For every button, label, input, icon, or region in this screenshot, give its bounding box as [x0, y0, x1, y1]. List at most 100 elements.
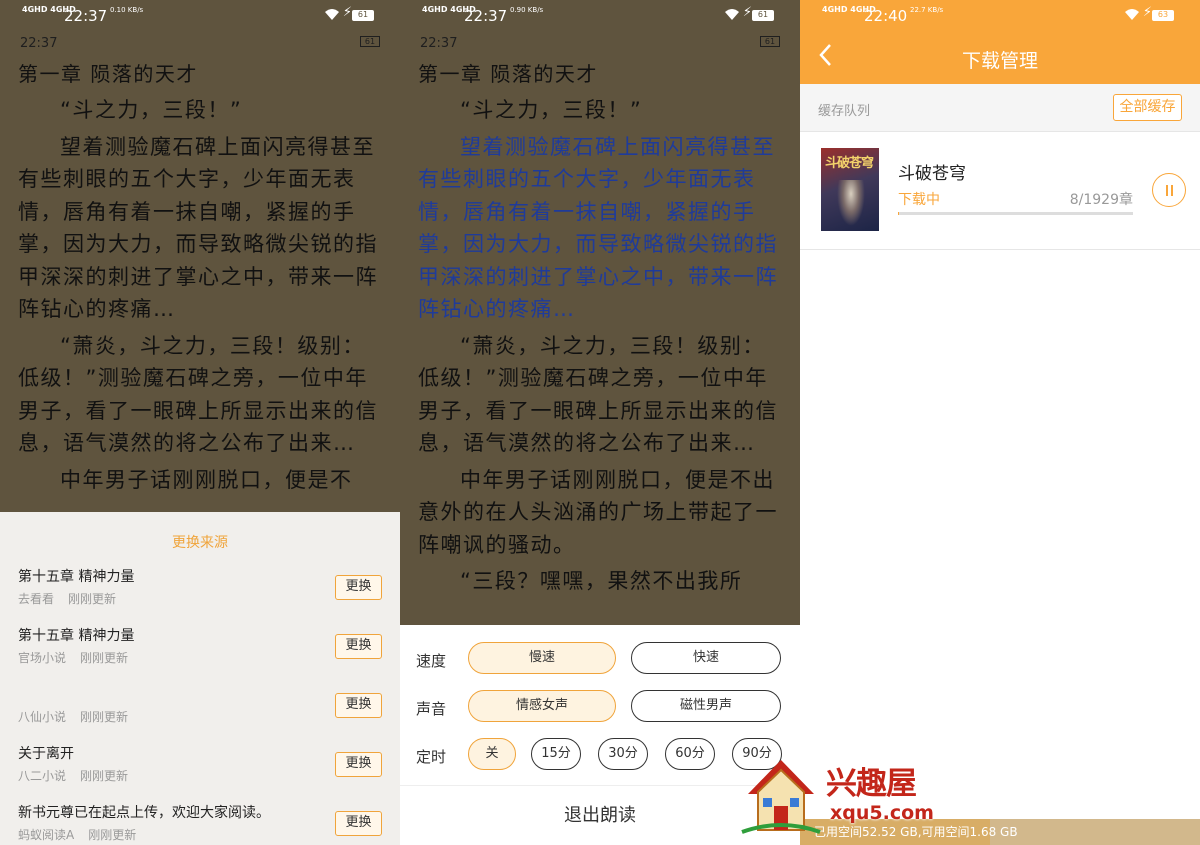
speed-row: 速度 慢速 快速 [416, 642, 782, 678]
source-meta: 八仙小说 刚刚更新 [18, 708, 142, 725]
reader-panel-source: 4GHD 4GHD 22:37 0.10 KB/s ⚡ 61 22:37 61 … [0, 0, 400, 845]
reader-panel-tts: 4GHD 4GHD 22:37 0.90 KB/s ⚡ 61 22:37 61 … [400, 0, 800, 845]
reader-battery: 61 [760, 36, 780, 47]
wifi-icon [325, 9, 339, 20]
watermark-logo: 兴趣屋 xqu5.com [738, 752, 938, 838]
reader-time: 22:37 [20, 36, 58, 51]
source-item[interactable]: 关于离开 八二小说 刚刚更新 更换 [18, 743, 382, 793]
cover-title: 斗破苍穹 [825, 156, 874, 171]
swap-button[interactable]: 更换 [335, 752, 382, 777]
change-source-sheet: 更换来源 第十五章 精神力量 去看看 刚刚更新 更换 第十五章 精神力量 官场小说… [0, 512, 400, 845]
source-name: 官场小说 [18, 651, 67, 665]
paragraph: 望着测验魔石碑上面闪亮得甚至有些刺眼的五个大字，少年面无表情，唇角有着一抹自嘲，… [18, 134, 378, 322]
voice-label: 声音 [416, 700, 447, 718]
source-updated: 刚刚更新 [68, 592, 117, 606]
queue-label: 缓存队列 [818, 104, 871, 119]
reader-content[interactable]: 第一章 陨落的天才 “斗之力，三段！” 望着测验魔石碑上面闪亮得甚至有些刺眼的五… [18, 58, 384, 500]
speed-label: 速度 [416, 652, 447, 670]
watermark-text: 兴趣屋 [826, 766, 917, 802]
charging-icon: ⚡ [1142, 5, 1152, 20]
status-bar: 4GHD 4GHD 22:40 22.7 KB/s ⚡ 63 [800, 0, 1200, 30]
paragraph: “斗之力，三段！” [460, 98, 643, 122]
house-logo-icon [741, 760, 821, 834]
download-progress-bar [898, 212, 1133, 215]
book-cover: 斗破苍穹 [821, 148, 879, 231]
chapter-count: 8/1929章 [1069, 192, 1133, 208]
timer-15-option[interactable]: 15分 [531, 738, 581, 770]
paragraph: “萧炎，斗之力，三段！级别：低级！”测验魔石碑之旁，一位中年男子，看了一眼碑上所… [418, 333, 778, 456]
source-updated: 刚刚更新 [80, 769, 129, 783]
charging-icon: ⚡ [742, 5, 752, 20]
source-meta: 八二小说 刚刚更新 [18, 767, 142, 784]
source-item[interactable]: 第十五章 精神力量 官场小说 刚刚更新 更换 [18, 625, 382, 675]
source-updated: 刚刚更新 [80, 651, 129, 665]
reader-content[interactable]: 第一章 陨落的天才 “斗之力，三段！” 望着测验魔石碑上面闪亮得甚至有些刺眼的五… [418, 58, 784, 602]
voice-male-option[interactable]: 磁性男声 [631, 690, 781, 722]
source-item[interactable]: 新书元尊已在起点上传，欢迎大家阅读。 蚂蚁阅读A 刚刚更新 更换 [18, 802, 382, 845]
network-speed: 0.10 KB/s [110, 6, 144, 14]
status-bar: 4GHD 4GHD 22:37 0.90 KB/s ⚡ 61 [400, 0, 800, 30]
page-title: 下载管理 [961, 50, 1038, 72]
timer-60-option[interactable]: 60分 [665, 738, 715, 770]
source-item[interactable]: 第十五章 精神力量 去看看 刚刚更新 更换 [18, 566, 382, 616]
timer-row: 定时 关 15分 30分 60分 90分 [416, 738, 782, 774]
timer-off-option[interactable]: 关 [468, 738, 516, 770]
charging-icon: ⚡ [342, 5, 352, 20]
queue-bar: 缓存队列 全部缓存 [800, 84, 1200, 132]
battery-icon: 61 [752, 10, 774, 21]
swap-button[interactable]: 更换 [335, 811, 382, 836]
battery-icon: 63 [1152, 10, 1174, 21]
paragraph: “萧炎，斗之力，三段！级别：低级！”测验魔石碑之旁，一位中年男子，看了一眼碑上所… [18, 333, 378, 456]
status-time: 22:37 [464, 7, 508, 25]
speed-slow-option[interactable]: 慢速 [468, 642, 616, 674]
source-meta: 蚂蚁阅读A 刚刚更新 [18, 826, 150, 843]
speed-fast-option[interactable]: 快速 [631, 642, 781, 674]
source-name: 八二小说 [18, 769, 67, 783]
paragraph: “斗之力，三段！” [60, 98, 243, 122]
book-title: 斗破苍穹 [898, 164, 966, 184]
sheet-title: 更换来源 [172, 535, 228, 551]
paragraph: “三段？嘿嘿，果然不出我所 [460, 569, 743, 593]
storage-available-segment [990, 819, 1200, 845]
wifi-icon [1125, 9, 1139, 20]
status-time: 22:37 [64, 7, 108, 25]
swap-button[interactable]: 更换 [335, 693, 382, 718]
download-manager-panel: 4GHD 4GHD 22:40 22.7 KB/s ⚡ 63 下载管理 缓存队列… [800, 0, 1200, 845]
timer-label: 定时 [416, 748, 447, 766]
reader-header: 22:37 61 [420, 36, 780, 51]
chapter-title: 第一章 陨落的天才 [18, 62, 198, 86]
paragraph: 中年男子话刚刚脱口，便是不 [60, 467, 353, 492]
cache-all-button[interactable]: 全部缓存 [1113, 94, 1182, 121]
source-updated: 刚刚更新 [88, 828, 137, 842]
download-status: 下载中 [898, 192, 940, 208]
reader-time: 22:37 [420, 36, 458, 51]
source-name: 八仙小说 [18, 710, 67, 724]
source-meta: 官场小说 刚刚更新 [18, 649, 142, 666]
source-name: 去看看 [18, 592, 55, 606]
cover-figure [837, 180, 865, 226]
watermark-url: xqu5.com [830, 802, 934, 824]
voice-female-option[interactable]: 情感女声 [468, 690, 616, 722]
download-progress-fill [898, 212, 900, 215]
source-chapter: 新书元尊已在起点上传，欢迎大家阅读。 [18, 805, 270, 821]
source-chapter: 第十五章 精神力量 [18, 628, 135, 644]
source-name: 蚂蚁阅读A [18, 828, 75, 842]
reader-header: 22:37 61 [20, 36, 380, 51]
battery-icon: 61 [352, 10, 374, 21]
wifi-icon [725, 9, 739, 20]
source-updated: 刚刚更新 [80, 710, 129, 724]
timer-30-option[interactable]: 30分 [598, 738, 648, 770]
network-speed: 0.90 KB/s [510, 6, 544, 14]
status-bar: 4GHD 4GHD 22:37 0.10 KB/s ⚡ 61 [0, 0, 400, 30]
source-item[interactable]: 八仙小说 刚刚更新 更换 [18, 684, 382, 734]
status-time: 22:40 [864, 7, 908, 25]
source-chapter: 关于离开 [18, 746, 74, 762]
swap-button[interactable]: 更换 [335, 634, 382, 659]
paragraph: 中年男子话刚刚脱口，便是不出意外的在人头汹涌的广场上带起了一阵嘲讽的骚动。 [418, 467, 778, 557]
top-bar: 4GHD 4GHD 22:40 22.7 KB/s ⚡ 63 下载管理 [800, 0, 1200, 84]
source-chapter: 第十五章 精神力量 [18, 569, 135, 585]
download-item[interactable]: 斗破苍穹 斗破苍穹 下载中 8/1929章 [800, 132, 1200, 250]
pause-icon[interactable] [1152, 173, 1186, 207]
swap-button[interactable]: 更换 [335, 575, 382, 600]
paragraph-reading-highlight: 望着测验魔石碑上面闪亮得甚至有些刺眼的五个大字，少年面无表情，唇角有着一抹自嘲，… [418, 134, 778, 322]
